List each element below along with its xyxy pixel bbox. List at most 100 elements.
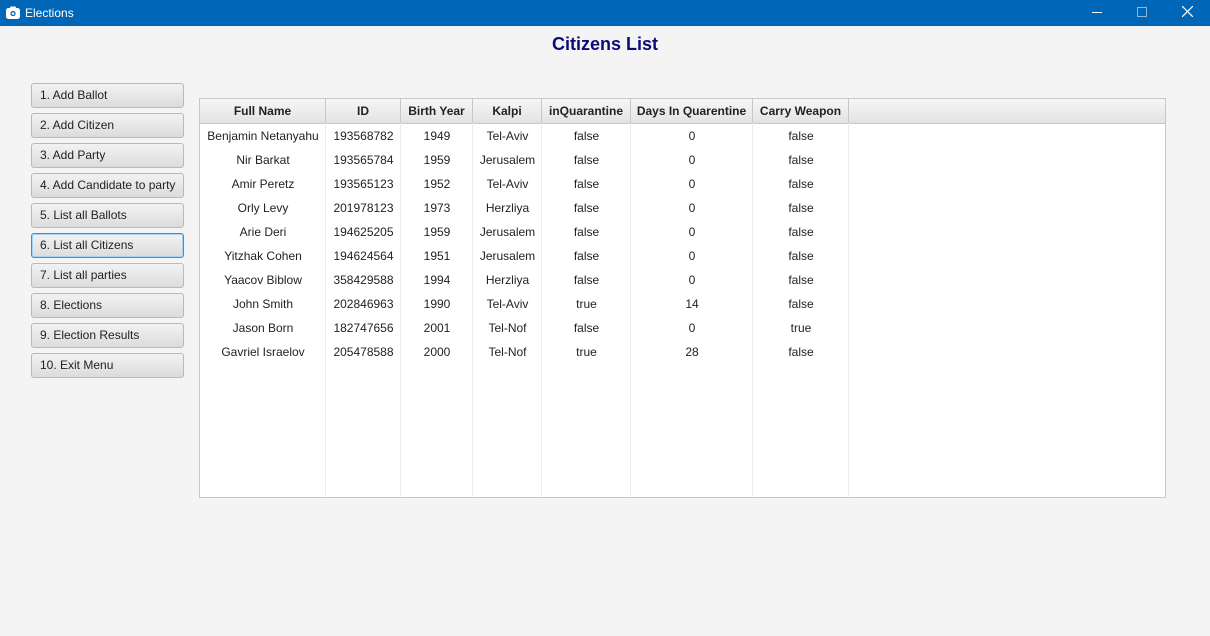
cell-days-in-quarantine: 28	[685, 345, 699, 359]
cell-birth-year: 1994	[423, 273, 451, 287]
add-citizen-button[interactable]: 2. Add Citizen	[31, 113, 184, 138]
table-row[interactable]: Orly Levy 201978123 1973 Herzliya false 0 fals…	[200, 196, 1165, 220]
cell-days-in-quarantine: 0	[688, 249, 696, 263]
table-row[interactable]: John Smith 202846963 1990 Tel-Aviv true 14 fal…	[200, 292, 1165, 316]
column-header-full-name[interactable]: Full Name	[200, 99, 326, 123]
cell-days-in-quarantine: 0	[688, 201, 696, 215]
column-header-id[interactable]: ID	[326, 99, 401, 123]
table-row[interactable]: Yaacov Biblow 358429588 1994 Herzliya false 0…	[200, 268, 1165, 292]
cell-full-name: Yitzhak Cohen	[224, 249, 302, 263]
list-citizens-button[interactable]: 6. List all Citizens	[31, 233, 184, 258]
close-button[interactable]	[1164, 0, 1210, 26]
add-party-button[interactable]: 3. Add Party	[31, 143, 184, 168]
cell-in-quarantine: true	[576, 297, 597, 311]
table-row[interactable]: Amir Peretz 193565123 1952 Tel-Aviv false 0 fa…	[200, 172, 1165, 196]
cell-in-quarantine: false	[573, 273, 600, 287]
cell-birth-year: 1949	[423, 129, 451, 143]
election-results-button[interactable]: 9. Election Results	[31, 323, 184, 348]
minimize-icon	[1092, 6, 1102, 20]
table-row[interactable]: Yitzhak Cohen 194624564 1951 Jerusalem false…	[200, 244, 1165, 268]
list-ballots-button[interactable]: 5. List all Ballots	[31, 203, 184, 228]
cell-carry-weapon: false	[788, 225, 814, 239]
cell-kalpi: Jerusalem	[479, 249, 536, 263]
cell-carry-weapon: false	[788, 129, 814, 143]
cell-kalpi: Tel-Aviv	[486, 297, 529, 311]
cell-in-quarantine: false	[573, 177, 600, 191]
cell-days-in-quarantine: 0	[688, 321, 696, 335]
app-icon	[6, 6, 20, 19]
table-row[interactable]: Arie Deri 194625205 1959 Jerusalem false 0 fal…	[200, 220, 1165, 244]
cell-birth-year: 1952	[423, 177, 451, 191]
cell-in-quarantine: false	[573, 201, 600, 215]
list-parties-button[interactable]: 7. List all parties	[31, 263, 184, 288]
elections-button[interactable]: 8. Elections	[31, 293, 184, 318]
cell-id: 358429588	[333, 273, 394, 287]
cell-birth-year: 1959	[423, 153, 451, 167]
cell-full-name: Nir Barkat	[236, 153, 290, 167]
cell-birth-year: 1973	[423, 201, 451, 215]
cell-birth-year: 1990	[423, 297, 451, 311]
column-header-birth-year[interactable]: Birth Year	[401, 99, 473, 123]
add-ballot-button[interactable]: 1. Add Ballot	[31, 83, 184, 108]
cell-carry-weapon: false	[788, 273, 814, 287]
cell-birth-year: 2000	[423, 345, 451, 359]
cell-id: 193565784	[333, 153, 394, 167]
cell-id: 182747656	[333, 321, 394, 335]
cell-id: 193568782	[333, 129, 394, 143]
table-row[interactable]: Nir Barkat 193565784 1959 Jerusalem false 0 fa…	[200, 148, 1165, 172]
cell-birth-year: 1959	[423, 225, 451, 239]
column-header-days-in-quarantine[interactable]: Days In Quarentine	[631, 99, 753, 123]
minimize-button[interactable]	[1074, 0, 1120, 26]
cell-carry-weapon: false	[788, 201, 814, 215]
cell-full-name: Yaacov Biblow	[224, 273, 302, 287]
cell-in-quarantine: false	[573, 153, 600, 167]
cell-carry-weapon: false	[788, 345, 814, 359]
page-title: Citizens List	[551, 34, 658, 54]
window-title: Elections	[25, 6, 74, 20]
cell-id: 194624564	[333, 249, 394, 263]
cell-carry-weapon: false	[788, 249, 814, 263]
column-header-carry-weapon[interactable]: Carry Weapon	[753, 99, 849, 123]
citizens-table[interactable]: Full Name ID Birth Year Kalpi inQuaranti…	[199, 98, 1166, 498]
cell-full-name: Gavriel Israelov	[221, 345, 305, 359]
table-row[interactable]: Gavriel Israelov 205478588 2000 Tel-Nof true…	[200, 340, 1165, 364]
cell-in-quarantine: false	[573, 129, 600, 143]
cell-carry-weapon: true	[790, 321, 812, 335]
cell-in-quarantine: true	[576, 345, 597, 359]
cell-kalpi: Tel-Nof	[488, 321, 527, 335]
window-titlebar[interactable]: Elections	[0, 0, 1210, 26]
cell-carry-weapon: false	[788, 153, 814, 167]
cell-days-in-quarantine: 14	[685, 297, 699, 311]
close-icon	[1181, 5, 1193, 20]
cell-full-name: Orly Levy	[237, 201, 289, 215]
maximize-button[interactable]	[1119, 0, 1165, 26]
exit-menu-button[interactable]: 10. Exit Menu	[31, 353, 184, 378]
cell-id: 205478588	[333, 345, 394, 359]
cell-full-name: Amir Peretz	[231, 177, 295, 191]
column-header-in-quarantine[interactable]: inQuarantine	[542, 99, 631, 123]
cell-kalpi: Herzliya	[485, 273, 530, 287]
table-row[interactable]: Benjamin Netanyahu 193568782 1949 Tel-Aviv f…	[200, 124, 1165, 148]
maximize-icon	[1137, 6, 1147, 20]
cell-full-name: Benjamin Netanyahu	[207, 129, 319, 143]
cell-kalpi: Tel-Nof	[488, 345, 527, 359]
cell-full-name: Arie Deri	[239, 225, 287, 239]
cell-birth-year: 2001	[423, 321, 451, 335]
table-row[interactable]: Jason Born 182747656 2001 Tel-Nof false 0 true	[200, 316, 1165, 340]
cell-id: 201978123	[333, 201, 394, 215]
cell-days-in-quarantine: 0	[688, 177, 696, 191]
cell-kalpi: Tel-Aviv	[486, 129, 529, 143]
cell-birth-year: 1951	[423, 249, 451, 263]
cell-kalpi: Herzliya	[485, 201, 530, 215]
column-header-kalpi[interactable]: Kalpi	[473, 99, 542, 123]
cell-days-in-quarantine: 0	[688, 153, 696, 167]
cell-kalpi: Tel-Aviv	[486, 177, 529, 191]
cell-carry-weapon: false	[788, 177, 814, 191]
cell-full-name: John Smith	[232, 297, 294, 311]
cell-carry-weapon: false	[788, 297, 814, 311]
cell-days-in-quarantine: 0	[688, 225, 696, 239]
cell-id: 202846963	[333, 297, 394, 311]
cell-full-name: Jason Born	[232, 321, 294, 335]
cell-kalpi: Jerusalem	[479, 225, 536, 239]
add-candidate-button[interactable]: 4. Add Candidate to party	[31, 173, 184, 198]
